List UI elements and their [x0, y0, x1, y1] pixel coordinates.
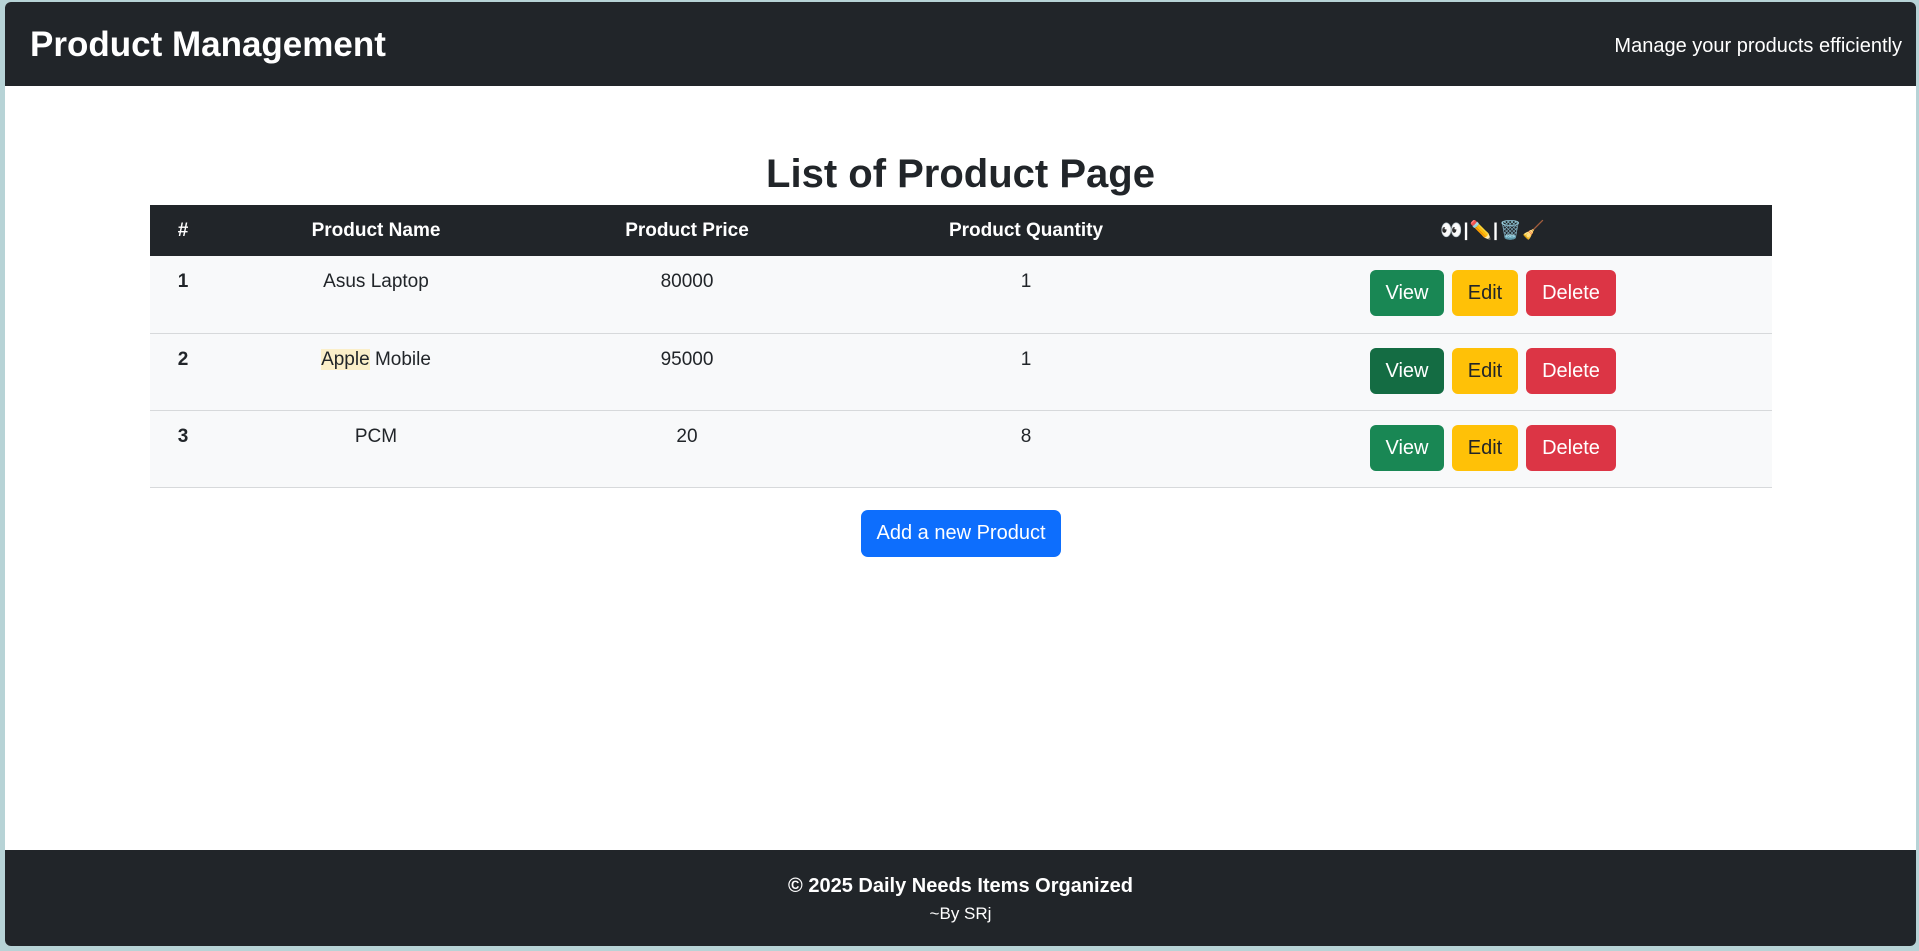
table-row: 1 Asus Laptop 80000 1 View Edit Delete — [150, 256, 1772, 334]
add-product-button[interactable]: Add a new Product — [861, 510, 1061, 557]
col-name-header: Product Name — [216, 205, 536, 256]
table-row: 2 Apple Mobile 95000 1 View Edit Delete — [150, 333, 1772, 411]
view-button[interactable]: View — [1370, 270, 1444, 316]
view-button[interactable]: View — [1370, 424, 1444, 471]
col-price-header: Product Price — [536, 205, 838, 256]
table-header-row: # Product Name Product Price Product Qua… — [150, 205, 1772, 256]
product-quantity: 1 — [838, 333, 1214, 411]
product-name-rest: Mobile — [369, 348, 431, 370]
brand-title[interactable]: Product Management — [30, 24, 386, 66]
tagline: Manage your products efficiently — [1614, 35, 1902, 57]
products-table: # Product Name Product Price Product Qua… — [150, 205, 1772, 488]
delete-button[interactable]: Delete — [1526, 424, 1616, 471]
footer-copyright: © 2025 Daily Needs Items Organized — [788, 875, 1133, 897]
product-price: 20 — [536, 410, 838, 488]
navbar: Product Management Manage your products … — [5, 2, 1916, 86]
product-quantity: 8 — [838, 410, 1214, 488]
row-actions: View Edit Delete — [1214, 256, 1772, 334]
row-index: 2 — [150, 333, 216, 411]
edit-button[interactable]: Edit — [1452, 347, 1518, 394]
col-index-header: # — [150, 205, 216, 256]
row-index: 1 — [150, 256, 216, 334]
footer: © 2025 Daily Needs Items Organized ~By S… — [5, 850, 1916, 946]
search-highlight: Apple — [321, 348, 370, 370]
product-price: 95000 — [536, 333, 838, 411]
table-row: 3 PCM 20 8 View Edit Delete — [150, 410, 1772, 488]
row-actions: View Edit Delete — [1214, 333, 1772, 411]
product-quantity: 1 — [838, 256, 1214, 334]
app-window: Product Management Manage your products … — [5, 2, 1916, 946]
edit-button[interactable]: Edit — [1452, 270, 1518, 316]
product-name: Asus Laptop — [216, 256, 536, 334]
page-title: List of Product Page — [766, 152, 1155, 196]
row-index: 3 — [150, 410, 216, 488]
delete-button[interactable]: Delete — [1526, 270, 1616, 316]
delete-button[interactable]: Delete — [1526, 347, 1616, 394]
product-price: 80000 — [536, 256, 838, 334]
row-actions: View Edit Delete — [1214, 410, 1772, 488]
col-actions-header: 👀|✏️|🗑️🧹 — [1214, 205, 1772, 256]
edit-button[interactable]: Edit — [1452, 424, 1518, 471]
footer-byline: ~By SRj — [929, 904, 992, 923]
product-name: Apple Mobile — [216, 333, 536, 411]
product-name: PCM — [216, 410, 536, 488]
view-button[interactable]: View — [1370, 347, 1444, 394]
col-quantity-header: Product Quantity — [838, 205, 1214, 256]
